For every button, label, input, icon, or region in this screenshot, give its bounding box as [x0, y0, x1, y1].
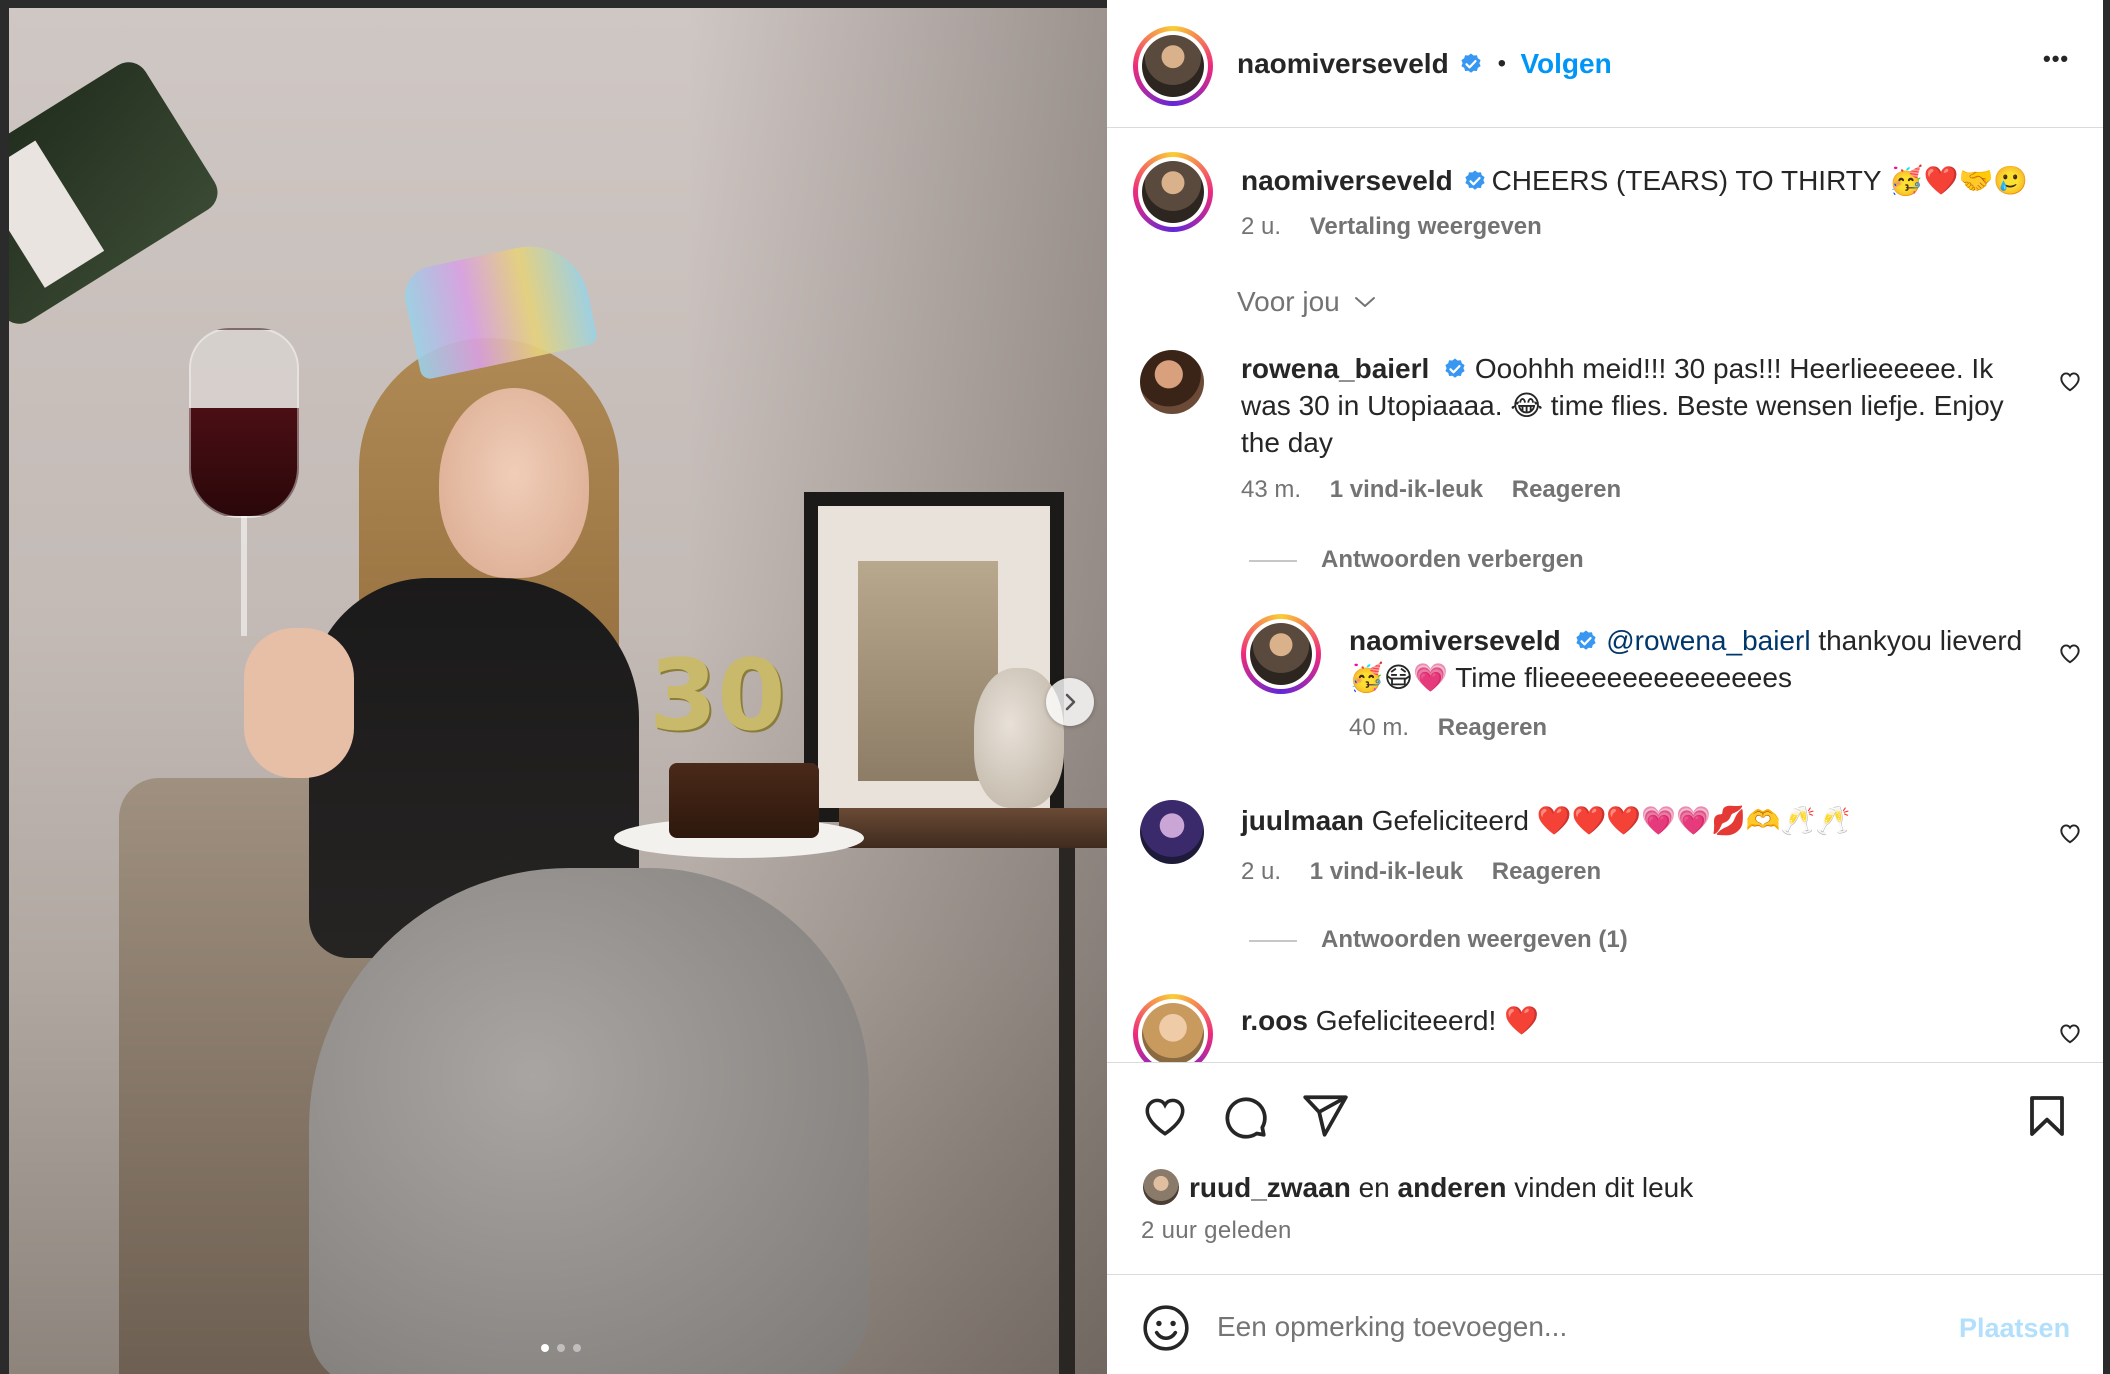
comment-time: 2 u.: [1241, 858, 1282, 885]
like-comment-heart-icon[interactable]: [2057, 1020, 2083, 1046]
reply-mention-link[interactable]: @rowena_baierl: [1606, 625, 1810, 656]
hide-replies-toggle[interactable]: Antwoorden verbergen: [1249, 546, 1584, 574]
author-username[interactable]: naomiverseveld: [1237, 48, 1449, 79]
party-crown: [399, 235, 599, 381]
liker-avatar[interactable]: [1141, 1167, 1181, 1207]
caption-username[interactable]: naomiverseveld: [1241, 165, 1453, 196]
hide-replies-label: Antwoorden verbergen: [1321, 546, 1584, 573]
caption-time: 2 u.: [1241, 213, 1282, 240]
like-comment-heart-icon[interactable]: [2057, 368, 2083, 394]
woman-face: [439, 388, 589, 578]
post-timestamp: 2 uur geleden: [1141, 1217, 1292, 1244]
likes-connector: en: [1358, 1172, 1390, 1203]
comment-time: 43 m.: [1241, 476, 1302, 503]
comment-username[interactable]: rowena_baierl: [1241, 353, 1429, 384]
window-edge: [2103, 0, 2110, 1374]
translate-link[interactable]: Vertaling weergeven: [1310, 213, 1542, 240]
comment-body: r.oos Gefeliciteeerd! ❤️: [1241, 1002, 2041, 1039]
like-heart-icon[interactable]: [1140, 1091, 1190, 1141]
reply-button[interactable]: Reageren: [1438, 714, 1547, 741]
comment-filter-dropdown[interactable]: Voor jou: [1237, 286, 1376, 318]
comment-body: juulmaan Gefeliciteerd ❤️❤️❤️💗💗💋🫶🥂🥂: [1241, 802, 2041, 839]
comment-body: rowena_baierl Ooohhh meid!!! 30 pas!!! H…: [1241, 350, 2041, 461]
carousel-dots: [541, 1344, 581, 1352]
emoji-smiley-icon[interactable]: [1141, 1303, 1191, 1353]
like-comment-heart-icon[interactable]: [2057, 820, 2083, 846]
save-bookmark-icon[interactable]: [2023, 1091, 2071, 1141]
wooden-table: [839, 808, 1107, 848]
caption: naomiverseveld CHEERS (TEARS) TO THIRTY …: [1241, 162, 2061, 199]
verified-badge-icon: [1576, 630, 1597, 650]
table-leg: [1059, 848, 1075, 1374]
reply-divider: [1249, 559, 1297, 562]
comment-text: Gefeliciteeerd! ❤️: [1315, 1005, 1539, 1036]
chevron-down-icon: [1354, 297, 1375, 307]
author-avatar[interactable]: [1133, 26, 1213, 106]
like-reply-heart-icon[interactable]: [2057, 640, 2083, 666]
carousel-dot: [573, 1344, 581, 1352]
commenter-avatar[interactable]: [1133, 994, 1213, 1062]
number-candle: 30: [649, 639, 786, 753]
caption-text: CHEERS (TEARS) TO THIRTY 🥳❤️🤝🥲: [1491, 165, 2029, 196]
verified-badge-icon: [1461, 53, 1481, 73]
reply-divider: [1249, 939, 1297, 942]
caption-avatar[interactable]: [1133, 152, 1213, 232]
wine-glass: [189, 328, 299, 518]
next-photo-button[interactable]: [1046, 678, 1094, 726]
reply-username[interactable]: naomiverseveld: [1349, 625, 1561, 656]
comment-filter-label: Voor jou: [1237, 286, 1340, 317]
verified-badge-icon: [1465, 170, 1485, 190]
chevron-right-icon: [1065, 693, 1076, 711]
follow-button[interactable]: Volgen: [1520, 48, 1611, 79]
post-actions: ruud_zwaan en anderen vinden dit leuk 2 …: [1107, 1062, 2103, 1274]
post-photo[interactable]: 30: [9, 8, 1107, 1374]
wine-bottle: [9, 54, 226, 332]
cake: [669, 763, 819, 838]
comment-text: Gefeliciteerd ❤️❤️❤️💗💗💋🫶🥂🥂: [1371, 805, 1851, 836]
commenter-avatar[interactable]: [1140, 350, 1204, 414]
reply-button[interactable]: Reageren: [1512, 476, 1621, 503]
carousel-dot-active: [541, 1344, 549, 1352]
likes-summary: ruud_zwaan en anderen vinden dit leuk: [1189, 1169, 1693, 1206]
show-replies-toggle[interactable]: Antwoorden weergeven (1): [1249, 926, 1628, 954]
show-replies-label: Antwoorden weergeven (1): [1321, 926, 1628, 953]
post-comment-button[interactable]: Plaatsen: [1959, 1313, 2070, 1344]
commenter-avatar[interactable]: [1140, 800, 1204, 864]
likes-others-link[interactable]: anderen: [1398, 1172, 1507, 1203]
wine-glass-stem: [241, 516, 247, 636]
reply-body: naomiverseveld @rowena_baierl thankyou l…: [1349, 622, 2049, 696]
carousel-dot: [557, 1344, 565, 1352]
comment-likes[interactable]: 1 vind-ik-leuk: [1310, 858, 1463, 885]
likes-suffix: vinden dit leuk: [1514, 1172, 1694, 1203]
hand: [244, 628, 354, 778]
verified-badge-icon: [1445, 358, 1465, 378]
post-side-panel: naomiverseveld • Volgen ••• naomiverseve…: [1107, 0, 2103, 1374]
comment-username[interactable]: r.oos: [1241, 1005, 1308, 1036]
liker-username[interactable]: ruud_zwaan: [1189, 1172, 1351, 1203]
comments-section[interactable]: naomiverseveld CHEERS (TEARS) TO THIRTY …: [1107, 128, 2103, 1062]
comment-composer: Plaatsen: [1107, 1274, 2103, 1374]
reply-avatar[interactable]: [1241, 614, 1321, 694]
reply-time: 40 m.: [1349, 714, 1410, 741]
share-paper-plane-icon[interactable]: [1300, 1091, 1350, 1141]
post-header: naomiverseveld • Volgen •••: [1107, 0, 2103, 128]
woman-legs: [309, 868, 869, 1374]
dot-separator: •: [1497, 50, 1506, 77]
comment-bubble-icon[interactable]: [1220, 1091, 1270, 1141]
comment-input[interactable]: [1217, 1301, 1917, 1353]
comment-username[interactable]: juulmaan: [1241, 805, 1364, 836]
reply-button[interactable]: Reageren: [1492, 858, 1601, 885]
more-options-icon[interactable]: •••: [2043, 46, 2069, 72]
comment-likes[interactable]: 1 vind-ik-leuk: [1330, 476, 1483, 503]
